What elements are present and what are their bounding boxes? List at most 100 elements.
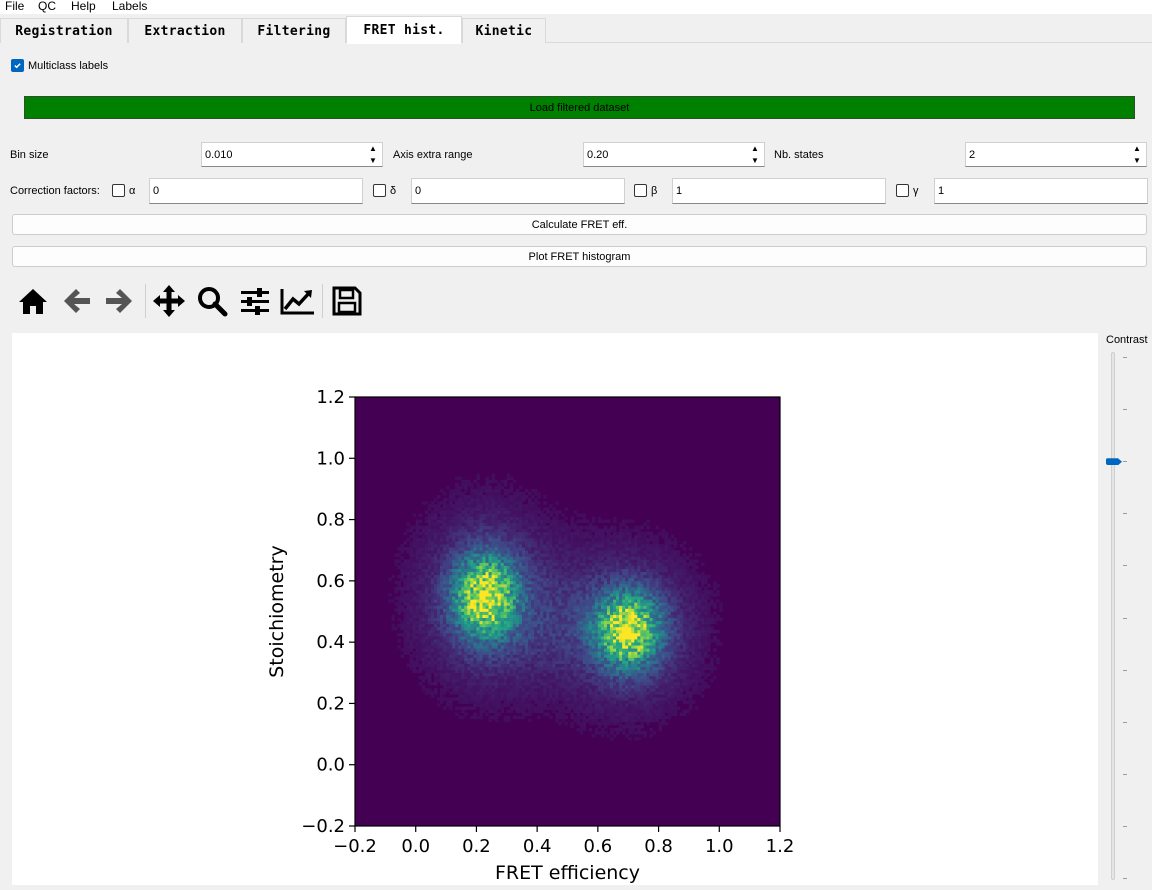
heatmap-bin [576,565,581,569]
heatmap-bin [440,645,444,649]
heatmap-bin [473,700,477,704]
heatmap-bin [476,642,480,646]
heatmap-bin [567,648,571,652]
heatmap-bin [591,516,596,520]
heatmap-bin [567,580,571,585]
heatmap-bin [576,583,581,588]
spin-down-icon[interactable]: ▼ [746,155,764,167]
menu-qc[interactable]: QC [38,0,56,13]
heatmap-bin [512,629,517,634]
heatmap-bin [555,525,559,530]
back-arrow-icon[interactable] [59,282,95,320]
pan-icon[interactable] [151,282,187,320]
menu-file[interactable]: File [5,0,24,13]
heatmap-bin [528,525,532,530]
axis-extra-range-spinbox[interactable]: 0.20 ▲ ▼ [583,142,765,167]
nb-states-spinbox[interactable]: 2 ▲ ▼ [965,142,1147,167]
heatmap-bin [591,608,596,612]
heatmap-bin [485,694,489,698]
heatmap-bin [579,636,584,640]
heatmap-bin [430,666,435,671]
spin-down-icon[interactable]: ▼ [364,155,382,167]
heatmap-bin [476,669,480,674]
heatmap-bin [537,663,541,668]
heatmap-bin [440,654,444,658]
configure-subplots-icon[interactable] [237,282,273,320]
heatmap-bin [443,537,447,542]
save-icon[interactable] [329,282,365,320]
heatmap-bin [555,672,559,677]
heatmap-bin [494,531,499,536]
heatmap-bin [452,648,456,652]
gamma-input[interactable]: 1 [934,178,1148,204]
edit-axis-icon[interactable] [280,282,316,320]
load-filtered-dataset-button[interactable]: Load filtered dataset [24,96,1135,119]
menu-help[interactable]: Help [71,0,96,13]
heatmap-bin [427,519,432,524]
heatmap-bin [412,639,417,643]
heatmap-bin [525,504,529,508]
delta-checkbox[interactable] [373,184,386,197]
heatmap-bin [470,602,474,606]
heatmap-bin [558,672,562,677]
zoom-icon[interactable] [194,282,230,320]
heatmap-bin [452,556,456,560]
heatmap-bin [543,550,547,554]
heatmap-bin [610,614,614,618]
heatmap-bin [409,629,414,634]
heatmap-bin [552,703,556,707]
tab-extraction[interactable]: Extraction [128,18,242,43]
heatmap-bin [482,559,486,563]
beta-checkbox[interactable] [634,184,647,197]
heatmap-bin [515,577,520,582]
menu-labels[interactable]: Labels [112,0,147,13]
heatmap-bin [446,629,450,634]
alpha-checkbox[interactable] [112,184,125,197]
heatmap-bin [537,706,541,710]
heatmap-bin [567,651,571,655]
delta-input[interactable]: 0 [411,178,625,204]
heatmap-bin [409,648,414,652]
heatmap-bin [476,516,480,520]
calculate-fret-button[interactable]: Calculate FRET eff. [12,214,1147,235]
tab-registration[interactable]: Registration [0,18,128,43]
heatmap-bin [494,485,499,490]
multiclass-checkbox[interactable] [11,59,24,72]
heatmap-bin [500,691,505,695]
heatmap-bin [521,681,526,686]
heatmap-bin [616,681,620,686]
heatmap-bin [497,547,502,551]
heatmap-bin [464,681,468,686]
spin-down-icon[interactable]: ▼ [1128,155,1146,167]
tab-kinetic[interactable]: Kinetic [462,18,546,43]
heatmap-bin [506,626,511,631]
forward-arrow-icon[interactable] [101,282,137,320]
heatmap-bin [491,593,496,597]
spin-up-icon[interactable]: ▲ [746,143,764,155]
heatmap-bin [594,626,599,631]
plot-canvas[interactable]: −0.2 0.0 0.2 0.4 0.6 0.8 1.0 1.2 −0.2 0.0 0.2 0.4 0… [12,333,1098,885]
beta-input[interactable]: 1 [672,178,886,204]
heatmap-bin [543,626,547,631]
alpha-input[interactable]: 0 [149,178,363,204]
spin-up-icon[interactable]: ▲ [1128,143,1146,155]
gamma-checkbox[interactable] [896,184,909,197]
heatmap-bin [534,501,538,505]
heatmap-bin [564,685,568,689]
heatmap-bin [421,611,426,615]
heatmap-bin [579,639,584,643]
heatmap-bin [473,559,477,563]
heatmap-bin [415,522,420,527]
heatmap-bin [555,685,559,689]
tab-fret-hist[interactable]: FRET hist. [346,16,462,44]
heatmap-bin [464,611,468,615]
heatmap-bin [573,602,578,606]
heatmap-bin [488,623,493,628]
home-icon[interactable] [15,282,51,320]
spin-up-icon[interactable]: ▲ [364,143,382,155]
plot-fret-histogram-button[interactable]: Plot FRET histogram [12,246,1147,267]
bin-size-spinbox[interactable]: 0.010 ▲ ▼ [201,142,383,167]
tab-filtering[interactable]: Filtering [242,18,346,43]
heatmap-bin [509,706,514,710]
heatmap-bin [455,482,459,487]
